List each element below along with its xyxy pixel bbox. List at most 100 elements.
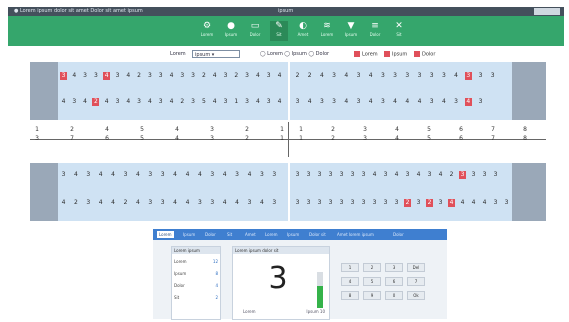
grid-cell[interactable]: 3 [470,171,477,179]
grid-cell[interactable]: 3 [453,98,460,106]
grid-cell[interactable]: 4 [172,171,179,179]
grid-cell[interactable]: 4 [60,98,67,106]
grid-cell[interactable]: 4 [437,171,444,179]
grid-cell[interactable]: 2 [294,72,301,80]
edit-button[interactable]: ✎ Sit [270,21,288,41]
filter-button[interactable]: ▼ Ipsum [342,21,360,41]
grid-cell[interactable]: 4 [196,171,203,179]
grid-cell[interactable]: 3 [393,199,400,207]
grid-cell[interactable]: 3 [157,72,164,80]
grid-cell[interactable]: 4 [234,199,241,207]
wave-button[interactable]: ≋ Lorem [318,21,336,41]
grid-cell[interactable]: 3 [82,72,89,80]
keypad-key[interactable]: 7 [407,277,425,286]
grid-cell[interactable]: 3 [209,171,216,179]
grid-cell[interactable]: 3 [379,72,386,80]
grid-cell[interactable]: 3 [190,98,197,106]
grid-cell[interactable]: 3 [305,199,312,207]
grid-cell[interactable]: 3 [114,98,121,106]
grid-cell[interactable]: 4 [211,72,218,80]
grid-cell[interactable]: 3 [305,171,312,179]
grid-cell[interactable]: 3 [503,199,510,207]
grid-cell[interactable]: 3 [392,72,399,80]
grid-cell[interactable]: 1 [233,98,240,106]
grid-cell[interactable]: 4 [221,199,228,207]
keypad-key[interactable]: Ok [407,291,425,300]
grid-cell[interactable]: 4 [276,98,283,106]
grid-cell[interactable]: 3 [209,199,216,207]
window-controls[interactable] [534,8,560,15]
grid-cell[interactable]: 4 [343,98,350,106]
tab-7[interactable]: Ipsum [287,231,299,238]
grid-cell[interactable]: 3 [147,171,154,179]
grid-cell[interactable]: 3 [190,72,197,80]
contrast-button[interactable]: ◐ Amet [294,21,312,41]
grid-cell[interactable]: 4 [82,98,89,106]
grid-cell[interactable]: 3 [459,171,466,179]
grid-cell[interactable]: 3 [265,98,272,106]
keypad-key[interactable]: 6 [385,277,403,286]
grid-cell[interactable]: 2 [233,72,240,80]
grid-cell[interactable]: 3 [404,171,411,179]
grid-cell[interactable]: 4 [168,72,175,80]
grid-cell[interactable]: 3 [382,171,389,179]
grid-cell[interactable]: 3 [114,72,121,80]
grid-cell[interactable]: 3 [481,171,488,179]
grid-cell[interactable]: 3 [428,98,435,106]
grid-cell[interactable]: 5 [200,98,207,106]
keypad-key[interactable]: Del [407,263,425,272]
grid-cell[interactable]: 4 [125,72,132,80]
keypad-key[interactable]: 2 [363,263,381,272]
grid-cell[interactable]: 3 [234,171,241,179]
grid-cell[interactable]: 3 [294,199,301,207]
grid-cell[interactable]: 3 [92,72,99,80]
grid-cell[interactable]: 4 [440,98,447,106]
keypad-key[interactable]: 4 [341,277,359,286]
grid-cell[interactable]: 3 [437,199,444,207]
grid-cell[interactable]: 4 [103,98,110,106]
grid-cell[interactable]: 4 [172,199,179,207]
grid-cell[interactable]: 2 [122,199,129,207]
grid-cell[interactable]: 3 [404,72,411,80]
grid-cell[interactable]: 4 [184,171,191,179]
grid-cell[interactable]: 4 [134,171,141,179]
grid-cell[interactable]: 3 [60,171,67,179]
grid-cell[interactable]: 3 [331,98,338,106]
grid-cell[interactable]: 3 [294,98,301,106]
grid-cell[interactable]: 3 [415,199,422,207]
grid-cell[interactable]: 4 [343,72,350,80]
grid-cell[interactable]: 2 [426,199,433,207]
grid-cell[interactable]: 3 [428,72,435,80]
grid-cell[interactable]: 3 [71,98,78,106]
grid-cell[interactable]: 3 [382,199,389,207]
grid-cell[interactable]: 3 [244,72,251,80]
grid-cell[interactable]: 3 [477,98,484,106]
tab-2[interactable]: Ipsum [183,231,195,238]
grid-cell[interactable]: 4 [97,199,104,207]
grid-cell[interactable]: 2 [448,171,455,179]
grid-cell[interactable]: 3 [146,72,153,80]
grid-cell[interactable]: 4 [367,72,374,80]
grid-cell[interactable]: 3 [327,199,334,207]
grid-cell[interactable]: 4 [246,171,253,179]
grid-cell[interactable]: 2 [136,72,143,80]
grid-cell[interactable]: 3 [492,171,499,179]
grid-cell[interactable]: 3 [258,171,265,179]
grid-cell[interactable]: 4 [221,171,228,179]
grid-cell[interactable]: 3 [338,171,345,179]
grid-cell[interactable]: 4 [448,199,455,207]
grid-cell[interactable]: 3 [159,199,166,207]
grid-cell[interactable]: 4 [415,171,422,179]
grid-cell[interactable]: 3 [85,199,92,207]
grid-cell[interactable]: 3 [265,72,272,80]
tab-1[interactable]: Lorem [157,231,174,238]
grid-cell[interactable]: 3 [179,72,186,80]
grid-cell[interactable]: 3 [246,199,253,207]
grid-cell[interactable]: 4 [72,171,79,179]
grid-cell[interactable]: 3 [464,72,472,80]
grid-cell[interactable]: 3 [426,171,433,179]
grid-cell[interactable]: 4 [110,171,117,179]
selector-dropdown[interactable]: ipsum ▾ [192,50,240,58]
grid-cell[interactable]: 3 [222,72,229,80]
grid-cell[interactable]: 4 [97,171,104,179]
